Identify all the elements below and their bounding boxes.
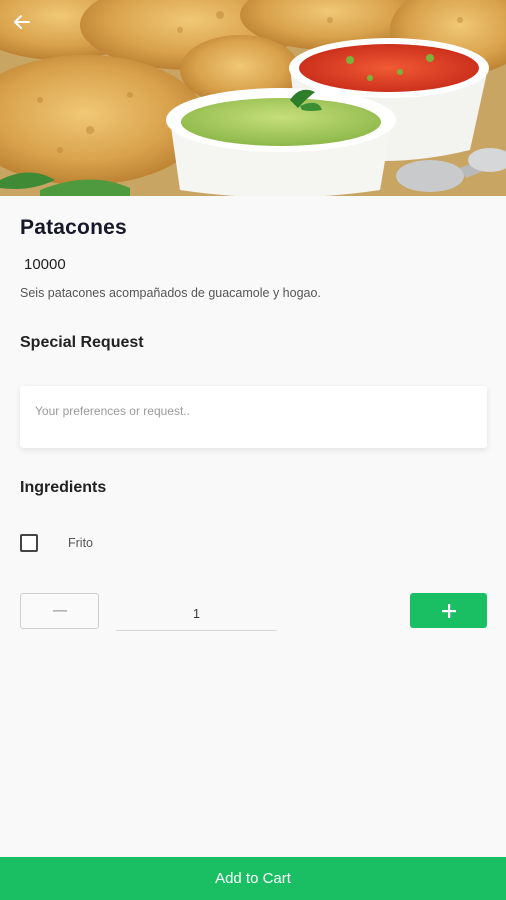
special-request-title: Special Request — [20, 334, 144, 351]
ingredient-item: Frito — [20, 533, 93, 553]
ingredient-label: Frito — [68, 536, 93, 550]
product-description: Seis patacones acompañados de guacamole … — [20, 286, 321, 300]
product-price: 10000 — [24, 256, 66, 273]
food-illustration — [0, 0, 506, 196]
increase-quantity-button[interactable] — [410, 593, 487, 628]
product-image — [0, 0, 506, 196]
decrease-quantity-button[interactable] — [20, 593, 99, 629]
arrow-left-icon — [14, 15, 30, 29]
plus-icon — [441, 603, 456, 618]
quantity-value[interactable]: 1 — [116, 598, 277, 631]
ingredients-title: Ingredients — [20, 479, 107, 496]
product-title: Patacones — [20, 216, 127, 239]
back-button[interactable] — [12, 12, 44, 44]
add-to-cart-button[interactable]: Add to Cart — [0, 857, 506, 900]
special-request-input[interactable] — [35, 404, 472, 418]
special-request-field[interactable] — [20, 386, 487, 448]
minus-icon — [52, 610, 67, 612]
ingredient-checkbox[interactable] — [20, 534, 38, 552]
